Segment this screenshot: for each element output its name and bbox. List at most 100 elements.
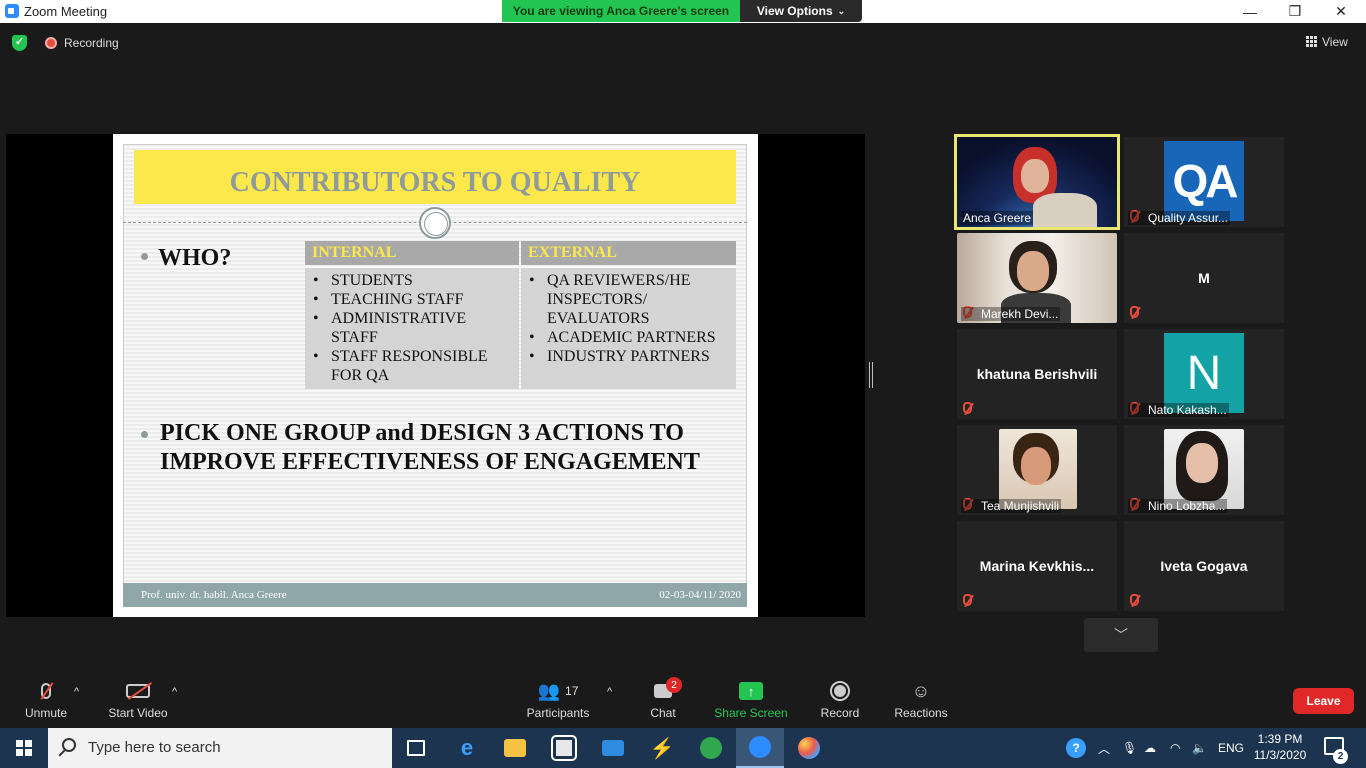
participant-tile[interactable]: Iveta Gogava	[1124, 521, 1284, 611]
recording-label[interactable]: Recording	[64, 36, 119, 50]
external-header: EXTERNAL	[521, 241, 736, 265]
contributors-table: INTERNAL EXTERNAL STUDENTS TEACHING STAF…	[305, 241, 736, 389]
participant-tile[interactable]: Marina Kevkhis...	[957, 521, 1117, 611]
folder-icon	[504, 739, 526, 757]
mic-muted-icon	[963, 402, 972, 414]
participants-icon: 👥	[537, 680, 561, 701]
unmute-button[interactable]: Unmute	[20, 676, 72, 728]
zoom-app-icon	[5, 4, 19, 18]
viewing-screen-banner: You are viewing Anca Greere's screen	[502, 0, 740, 22]
participant-name: Anca Greere	[961, 211, 1034, 225]
mic-muted-icon	[1130, 594, 1139, 606]
taskbar-search[interactable]: Type here to search	[48, 728, 392, 768]
camera-app[interactable]	[687, 728, 735, 768]
maximize-button[interactable]: ❐	[1272, 0, 1318, 23]
store-app[interactable]	[540, 728, 588, 768]
participant-tile[interactable]: M	[1124, 233, 1284, 323]
clock-time: 1:39 PM	[1257, 732, 1303, 746]
leave-button[interactable]: Leave	[1293, 688, 1354, 714]
task-view-button[interactable]	[392, 728, 440, 768]
close-button[interactable]: ✕	[1318, 0, 1364, 23]
participant-name: Nato Kakash...	[1128, 403, 1229, 417]
app-shortcut[interactable]: ⚡	[638, 728, 686, 768]
participants-count: 17	[565, 684, 579, 698]
paint-icon	[798, 737, 820, 759]
participant-tile[interactable]: QA Quality Assur...	[1124, 137, 1284, 227]
external-cell: QA REVIEWERS/HE INSPECTORS/ EVALUATORS A…	[521, 268, 736, 389]
bullet-icon	[141, 253, 148, 260]
view-button[interactable]: View	[1306, 35, 1348, 49]
help-tray-icon[interactable]: ?	[1066, 728, 1086, 768]
show-hidden-icons[interactable]: ︿	[1098, 728, 1110, 768]
list-item: TEACHING STAFF	[311, 290, 515, 309]
windows-logo-icon	[16, 740, 32, 756]
participants-icon-wrap: 👥 17	[538, 676, 579, 706]
bullet-icon	[141, 431, 148, 438]
start-button[interactable]	[0, 728, 48, 768]
list-item: ACADEMIC PARTNERS	[527, 328, 732, 347]
language-indicator[interactable]: ENG	[1218, 728, 1244, 768]
record-icon	[830, 681, 850, 701]
participant-initial: M	[1198, 270, 1210, 286]
footer-author: Prof. univ. dr. habil. Anca Greere	[141, 589, 287, 601]
reactions-button[interactable]: ☺ Reactions	[892, 676, 950, 728]
gallery-next-page-button[interactable]: ﹀	[1084, 618, 1158, 652]
participant-tile[interactable]: Nino Lobzha...	[1124, 425, 1284, 515]
smiley-icon: ☺	[911, 680, 931, 701]
participant-tile[interactable]: Anca Greere	[954, 134, 1120, 230]
participant-tile[interactable]: N Nato Kakash...	[1124, 329, 1284, 419]
paint-app[interactable]	[785, 728, 833, 768]
share-screen-button[interactable]: ↑ Share Screen	[712, 676, 790, 728]
participant-name: Marina Kevkhis...	[979, 558, 1095, 574]
start-video-label: Start Video	[108, 706, 168, 720]
edge-app[interactable]: e	[443, 728, 491, 768]
mic-muted-icon	[963, 594, 972, 606]
chevron-down-icon: ⌄	[837, 5, 846, 16]
participant-name: Nino Lobzha...	[1128, 499, 1228, 513]
onedrive-tray-icon[interactable]: ☁	[1144, 728, 1156, 768]
list-item: INDUSTRY PARTNERS	[527, 347, 732, 366]
participant-tile[interactable]: khatuna Berishvili	[957, 329, 1117, 419]
window-title-bar: Zoom Meeting You are viewing Anca Greere…	[0, 0, 1366, 23]
record-button[interactable]: Record	[818, 676, 862, 728]
taskbar-clock[interactable]: 1:39 PM 11/3/2020	[1248, 731, 1312, 763]
minimize-button[interactable]: —	[1227, 0, 1273, 23]
participant-name: Quality Assur...	[1128, 211, 1231, 225]
wifi-icon: ◠	[1170, 741, 1181, 755]
who-bullet: WHO?	[141, 245, 231, 272]
zoom-icon	[749, 736, 771, 758]
zoom-taskbar-app[interactable]	[736, 728, 784, 768]
microphone-icon: 🎙	[1122, 741, 1138, 755]
microphone-tray-icon[interactable]: 🎙	[1122, 728, 1137, 768]
clock-date: 11/3/2020	[1253, 748, 1307, 762]
edge-icon: e	[460, 735, 474, 760]
participant-name: khatuna Berishvili	[976, 366, 1098, 382]
n-avatar-icon: N	[1164, 333, 1244, 413]
list-item: QA REVIEWERS/HE INSPECTORS/ EVALUATORS	[527, 271, 732, 328]
speaker-icon: 🔈	[1192, 741, 1207, 755]
encryption-shield-icon[interactable]	[12, 35, 27, 51]
participant-body	[1033, 193, 1097, 227]
start-video-button[interactable]: Start Video	[104, 676, 172, 728]
share-screen-icon-wrap: ↑	[739, 676, 763, 706]
chevron-down-icon: ﹀	[1114, 627, 1128, 643]
file-explorer-app[interactable]	[491, 728, 539, 768]
audio-options-caret-icon[interactable]: ^	[74, 686, 79, 698]
search-icon	[62, 738, 76, 752]
participant-tile[interactable]: Marekh Devi...	[957, 233, 1117, 323]
participant-tile[interactable]: Tea Munjishvili	[957, 425, 1117, 515]
view-options-button[interactable]: View Options ⌄	[740, 0, 862, 22]
view-label: View	[1322, 35, 1348, 49]
video-off-icon	[126, 676, 153, 706]
mail-app[interactable]	[589, 728, 637, 768]
participants-caret-icon[interactable]: ^	[607, 686, 612, 698]
participant-face	[1186, 443, 1218, 483]
network-tray-icon[interactable]: ◠	[1170, 728, 1180, 768]
split-resize-handle[interactable]	[869, 362, 873, 388]
participants-button[interactable]: 👥 17 Participants	[524, 676, 592, 728]
list-item: ADMINISTRATIVE STAFF	[311, 309, 515, 347]
participant-name: Tea Munjishvili	[961, 499, 1062, 513]
volume-tray-icon[interactable]: 🔈	[1192, 728, 1207, 768]
video-options-caret-icon[interactable]: ^	[172, 686, 177, 698]
record-icon-wrap	[830, 676, 850, 706]
